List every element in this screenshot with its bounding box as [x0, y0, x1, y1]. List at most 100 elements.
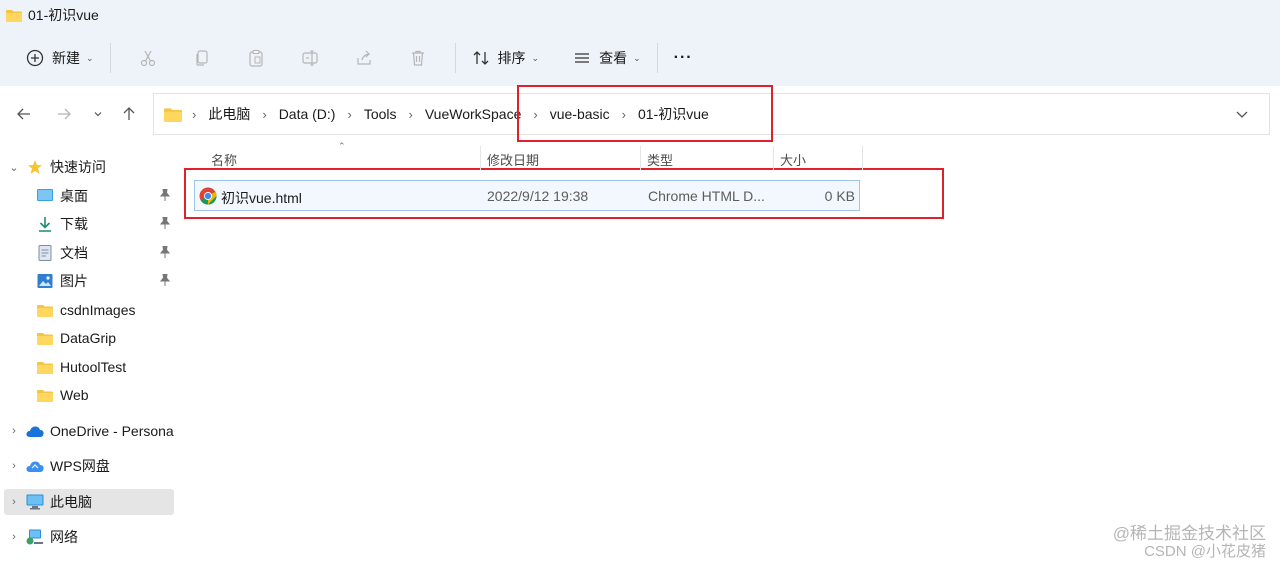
- address-bar[interactable]: › 此电脑 › Data (D:) › Tools › VueWorkSpace…: [153, 93, 1270, 135]
- share-button[interactable]: [337, 40, 391, 76]
- column-header-size[interactable]: 大小: [780, 150, 806, 169]
- breadcrumb-separator: ›: [408, 106, 413, 122]
- chevron-down-icon: [1236, 111, 1248, 118]
- breadcrumb-vueworkspace[interactable]: VueWorkSpace: [423, 106, 524, 122]
- new-button[interactable]: 新建 ⌄: [20, 40, 100, 76]
- sidebar-item-label: 快速访问: [50, 159, 106, 175]
- folder-icon: [36, 301, 54, 319]
- watermark-line: CSDN @小花皮猪: [1144, 543, 1266, 560]
- chevron-down-icon: ⌄: [86, 52, 94, 63]
- trash-icon: [411, 50, 424, 66]
- more-options-button[interactable]: ···: [668, 40, 699, 76]
- arrow-left-icon: [17, 108, 30, 120]
- clipboard-icon: [248, 49, 263, 67]
- sidebar-quick-access[interactable]: ⌄ 快速访问: [0, 154, 176, 180]
- sidebar-wps[interactable]: › WPS网盘: [0, 453, 176, 479]
- breadcrumb-this-pc[interactable]: 此电脑: [206, 104, 252, 124]
- watermark: @稀土掘金技术社区 CSDN @小花皮猪: [1113, 525, 1266, 561]
- computer-icon: [26, 493, 44, 511]
- column-divider[interactable]: [640, 146, 641, 170]
- sidebar-item-label: Web: [60, 387, 89, 403]
- column-divider[interactable]: [862, 146, 863, 170]
- chevron-down-icon: ⌄: [633, 52, 641, 63]
- column-divider[interactable]: [773, 146, 774, 170]
- sidebar-item-label: 此电脑: [50, 494, 92, 510]
- view-list-icon: [575, 53, 590, 63]
- delete-button[interactable]: [391, 40, 445, 76]
- toolbar-divider: [109, 43, 111, 73]
- rename-button[interactable]: [283, 40, 337, 76]
- window-title: 01-初识vue: [28, 7, 99, 23]
- sidebar-onedrive[interactable]: › OneDrive - Persona: [0, 418, 176, 444]
- chevron-down-icon: ⌄: [9, 161, 19, 174]
- forward-button[interactable]: [52, 102, 76, 126]
- sidebar-item-label: OneDrive - Persona: [50, 423, 174, 439]
- sidebar-item-label: csdnImages: [60, 302, 136, 318]
- breadcrumb-tools[interactable]: Tools: [362, 106, 399, 122]
- new-button-label: 新建: [52, 50, 80, 66]
- sidebar-item-documents[interactable]: 文档: [0, 240, 176, 266]
- sidebar-item-datagrip[interactable]: DataGrip: [0, 325, 176, 351]
- pin-icon: [159, 273, 171, 289]
- cut-button[interactable]: [121, 40, 175, 76]
- breadcrumb-separator: ›: [621, 106, 626, 122]
- pin-icon: [159, 245, 171, 261]
- toolbar-divider: [656, 43, 658, 73]
- sort-icon: [473, 51, 489, 65]
- column-header-modified[interactable]: 修改日期: [487, 150, 539, 169]
- view-button[interactable]: 查看 ⌄: [567, 40, 647, 76]
- sidebar-item-label: DataGrip: [60, 330, 117, 346]
- view-button-label: 查看: [599, 50, 628, 66]
- copy-button[interactable]: [175, 40, 229, 76]
- sidebar-item-label: 文档: [60, 245, 88, 261]
- up-button[interactable]: [117, 102, 141, 126]
- command-bar: 新建 ⌄ 排序 ⌄ 查看 ⌄ ···: [0, 30, 1280, 86]
- chrome-icon: [199, 187, 217, 205]
- sidebar-item-web[interactable]: Web: [0, 382, 176, 408]
- file-size: 0 KB: [824, 188, 855, 204]
- folder-icon: [36, 329, 54, 347]
- sidebar-item-label: WPS网盘: [50, 458, 110, 474]
- download-icon: [36, 215, 54, 233]
- sidebar-item-hutooltest[interactable]: HutoolTest: [0, 354, 176, 380]
- watermark-line: @稀土掘金技术社区: [1112, 524, 1266, 543]
- folder-icon: [6, 9, 22, 22]
- sidebar-item-pictures[interactable]: 图片: [0, 268, 176, 294]
- sort-button-label: 排序: [497, 50, 526, 66]
- navigation-pane: ⌄ 快速访问 桌面 下载 文档 图片 csdnImages DataGrip H…: [0, 150, 180, 569]
- column-divider[interactable]: [480, 146, 481, 170]
- scissors-icon: [140, 50, 155, 67]
- sidebar-item-label: 图片: [60, 273, 88, 289]
- address-dropdown-button[interactable]: [1235, 107, 1249, 124]
- paste-button[interactable]: [229, 40, 283, 76]
- sidebar-item-downloads[interactable]: 下载: [0, 211, 176, 237]
- breadcrumb-separator: ›: [262, 106, 267, 122]
- breadcrumb-data-drive[interactable]: Data (D:): [277, 106, 338, 122]
- folder-icon: [36, 386, 54, 404]
- breadcrumb-separator: ›: [533, 106, 538, 122]
- sort-ascending-icon: ⌃: [338, 141, 346, 151]
- sidebar-this-pc[interactable]: › 此电脑: [4, 489, 174, 515]
- sort-button[interactable]: 排序 ⌄: [466, 40, 546, 76]
- sidebar-network[interactable]: › 网络: [0, 524, 176, 550]
- folder-icon: [164, 107, 182, 122]
- rename-icon: [301, 50, 318, 66]
- sidebar-item-csdnimages[interactable]: csdnImages: [0, 297, 176, 323]
- file-modified-date: 2022/9/12 19:38: [487, 188, 589, 204]
- arrow-up-icon: [123, 107, 135, 120]
- share-icon: [356, 50, 371, 65]
- pin-icon: [159, 216, 171, 232]
- cloud-drive-icon: [26, 457, 44, 475]
- chevron-right-icon: ›: [12, 460, 16, 472]
- breadcrumb-vue-basic[interactable]: vue-basic: [548, 106, 612, 122]
- column-header-type[interactable]: 类型: [647, 150, 673, 169]
- image-icon: [36, 272, 54, 290]
- sidebar-item-desktop[interactable]: 桌面: [0, 183, 176, 209]
- file-row[interactable]: 初识vue.html 2022/9/12 19:38 Chrome HTML D…: [194, 180, 860, 211]
- recent-locations-button[interactable]: [86, 102, 110, 126]
- back-button[interactable]: [12, 102, 36, 126]
- toolbar-divider: [454, 43, 456, 73]
- column-header-name[interactable]: 名称: [211, 150, 237, 169]
- breadcrumb-current-folder[interactable]: 01-初识vue: [636, 104, 711, 124]
- network-icon: [26, 528, 44, 546]
